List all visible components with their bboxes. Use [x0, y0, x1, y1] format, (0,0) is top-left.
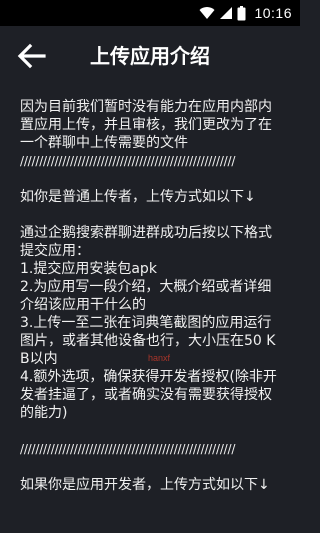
app-bar: 上传应用介绍: [0, 26, 300, 86]
page-title: 上传应用介绍: [90, 44, 210, 68]
status-icons: 10:16: [199, 4, 292, 22]
battery-icon: [237, 5, 246, 21]
join-group-instruction: 通过企鹅搜索群聊进群成功后按以下格式提交应用：: [20, 225, 272, 259]
wifi-icon: [199, 6, 215, 20]
content-scroll-area[interactable]: 因为目前我们暂时没有能力在应用内部内置应用上传，并且审核，我们更改为了在一个群聊…: [20, 98, 282, 533]
separator-line: ////////////////////////////////////////…: [20, 442, 236, 456]
intro-paragraph: 因为目前我们暂时没有能力在应用内部内置应用上传，并且审核，我们更改为了在一个群聊…: [20, 99, 272, 151]
signal-icon: [219, 6, 233, 20]
step-item: 1.提交应用安装包apk: [20, 261, 157, 277]
watermark: hanxf: [148, 353, 171, 363]
normal-uploader-heading: 如你是普通上传者，上传方式如以下↓: [20, 189, 256, 205]
step-item: 4.额外选项，确保获得开发者授权(除非开发者挂逼了，或者确实没有需要获得授权的能…: [20, 369, 277, 421]
step-item: 2.为应用写一段介绍，大概介绍或者详细介绍该应用干什么的: [20, 279, 272, 313]
status-clock: 10:16: [254, 5, 292, 21]
developer-heading: 如果你是应用开发者，上传方式如以下↓: [20, 477, 270, 493]
separator-line: ////////////////////////////////////////…: [20, 154, 236, 168]
status-bar: 10:16: [0, 0, 300, 26]
